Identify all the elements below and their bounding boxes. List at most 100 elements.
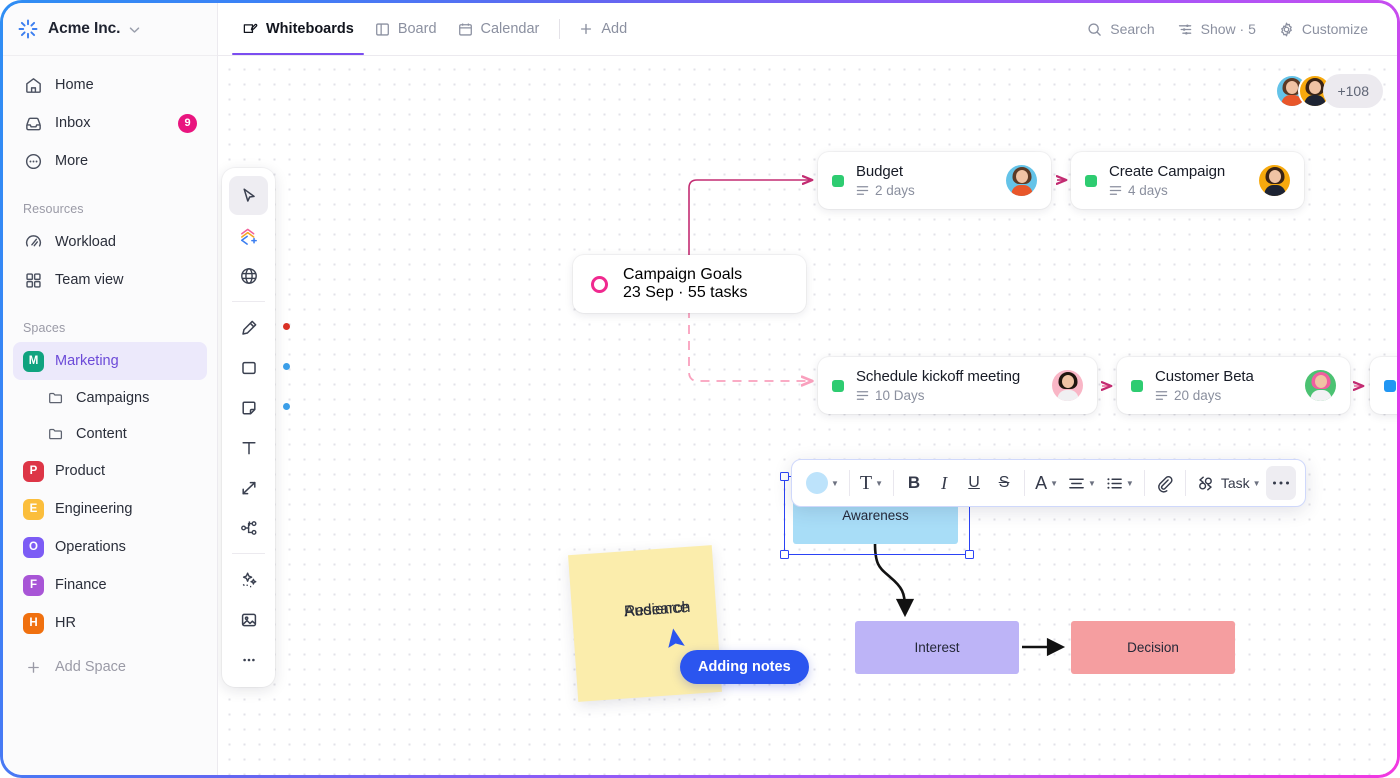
image-icon[interactable] [229, 600, 268, 639]
show-filter-button[interactable]: Show · 5 [1166, 13, 1267, 45]
globe-icon[interactable] [229, 256, 268, 295]
tab-board[interactable]: Board [364, 3, 447, 55]
more-dots-icon[interactable] [229, 640, 268, 679]
task-card-meta: 4 days [1109, 183, 1249, 198]
font-t-icon: T [859, 471, 873, 494]
sidebar-item-workload[interactable]: Workload [13, 223, 207, 261]
avatar[interactable] [1305, 370, 1336, 401]
tab-label: Board [397, 21, 437, 37]
palette-divider [232, 301, 265, 302]
text-tool-icon[interactable] [229, 428, 268, 467]
task-card-create-campaign[interactable]: Create Campaign 4 days [1071, 152, 1304, 209]
sidebar-item-finance[interactable]: F Finance [13, 566, 207, 604]
palette-divider [232, 553, 265, 554]
app-window-frame: Acme Inc. Home Inbox 9 More Resources Wo… [0, 0, 1400, 778]
sidebar-item-label: Campaigns [76, 390, 150, 406]
sidebar-item-inbox[interactable]: Inbox 9 [13, 104, 207, 142]
text-color-button[interactable]: A ▼ [1030, 466, 1063, 500]
add-space-button[interactable]: Add Space [13, 648, 207, 686]
plus-icon [25, 659, 42, 676]
bold-button[interactable]: B [899, 466, 929, 500]
sidebar-item-engineering[interactable]: E Engineering [13, 490, 207, 528]
task-card-schedule-kickoff-meeting[interactable]: Schedule kickoff meeting 10 Days [818, 357, 1097, 414]
shape-decision[interactable]: Decision [1071, 621, 1235, 674]
fill-group: ▼ [796, 460, 849, 506]
convert-task-button[interactable]: Task ▼ [1191, 466, 1266, 500]
sidebar-item-campaigns[interactable]: Campaigns [13, 380, 207, 416]
space-initial-badge: F [23, 574, 44, 596]
sidebar: Acme Inc. Home Inbox 9 More Resources Wo… [3, 3, 218, 775]
whiteboard-canvas[interactable]: +108 Campaign Goals 23 Sep · 55 tasks Bu… [218, 56, 1397, 775]
task-card-meta: 2 days [856, 183, 996, 198]
gear-icon [1278, 21, 1295, 38]
link-button[interactable] [1150, 466, 1180, 500]
ai-sparkle-icon[interactable] [229, 560, 268, 599]
sidebar-item-more[interactable]: More [13, 142, 207, 180]
workspace-switcher[interactable]: Acme Inc. [3, 3, 217, 56]
workload-gauge-icon [23, 232, 43, 252]
font-style-button[interactable]: T ▼ [855, 466, 888, 500]
add-view-button[interactable]: Add [570, 21, 635, 37]
add-view-label: Add [601, 21, 628, 37]
avatar[interactable] [1052, 370, 1083, 401]
align-button[interactable]: ▼ [1063, 466, 1101, 500]
home-icon [23, 75, 43, 95]
select-cursor-icon[interactable] [229, 176, 268, 215]
sidebar-item-label: Finance [55, 577, 107, 593]
avatar-overflow-count[interactable]: +108 [1323, 74, 1383, 108]
sidebar-item-team-view[interactable]: Team view [13, 261, 207, 299]
avatar[interactable] [1006, 165, 1037, 196]
top-toolbar: Whiteboards Board Calendar Add Search Sh… [218, 3, 1397, 56]
sticky-note-icon[interactable] [229, 388, 290, 427]
rectangle-icon[interactable] [229, 348, 290, 387]
remote-cursor-label: Adding notes [680, 650, 809, 684]
space-initial-badge: O [23, 536, 44, 558]
tab-calendar[interactable]: Calendar [447, 3, 550, 55]
chevron-down-icon: ▼ [1252, 478, 1261, 488]
status-chip [1131, 379, 1143, 392]
shapes-library-icon[interactable] [229, 216, 268, 255]
app-window: Acme Inc. Home Inbox 9 More Resources Wo… [3, 3, 1397, 775]
sidebar-item-content[interactable]: Content [13, 416, 207, 452]
strikethrough-button[interactable]: S [989, 466, 1019, 500]
resources-section-label: Resources [23, 202, 84, 216]
customize-button[interactable]: Customize [1267, 13, 1379, 45]
italic-button[interactable]: I [929, 466, 959, 500]
mindmap-icon[interactable] [229, 508, 268, 547]
space-initial-badge: H [23, 612, 44, 634]
task-card-budget[interactable]: Budget 2 days [818, 152, 1051, 209]
paragraph-group: A ▼ ▼ ▼ [1025, 460, 1144, 506]
goal-card-campaign-goals[interactable]: Campaign Goals 23 Sep · 55 tasks [573, 255, 806, 313]
sidebar-item-home[interactable]: Home [13, 66, 207, 104]
clickup-spark-logo [17, 18, 39, 40]
more-dots-icon [1272, 480, 1290, 486]
sidebar-item-marketing[interactable]: M Marketing [13, 342, 207, 380]
sidebar-item-hr[interactable]: H HR [13, 604, 207, 642]
more-options-button[interactable] [1265, 466, 1296, 500]
sidebar-item-product[interactable]: P Product [13, 452, 207, 490]
shape-interest[interactable]: Interest [855, 621, 1019, 674]
task-card-duration: 20 days [1174, 388, 1222, 403]
tool-palette [222, 168, 290, 687]
spaces-list: M Marketing Campaigns Content P Product … [3, 342, 217, 692]
font-group: T ▼ [850, 460, 893, 506]
task-card-title: Customer Beta [1155, 368, 1254, 385]
sidebar-item-operations[interactable]: O Operations [13, 528, 207, 566]
sticky-note-line-2: Research [623, 598, 691, 621]
task-card-field-marketing-support-plan[interactable]: Field marketing support plan 10 days [1370, 357, 1397, 414]
shape-label: Decision [1127, 640, 1179, 655]
task-card-title: Budget [856, 163, 903, 180]
avatar[interactable] [1259, 165, 1290, 196]
board-columns-icon [374, 21, 391, 38]
list-button[interactable]: ▼ [1101, 466, 1139, 500]
pen-marker-icon[interactable] [229, 308, 290, 347]
task-card-customer-beta[interactable]: Customer Beta 20 days [1117, 357, 1350, 414]
tab-whiteboards[interactable]: Whiteboards [232, 3, 364, 55]
connector-arrow-icon[interactable] [229, 468, 268, 507]
underline-button[interactable]: U [959, 466, 989, 500]
search-button[interactable]: Search [1075, 13, 1165, 45]
chevron-down-icon: ▼ [1088, 478, 1096, 488]
subtask-lines-icon [1109, 184, 1122, 197]
sidebar-item-label: HR [55, 615, 76, 631]
fill-color-swatch[interactable]: ▼ [801, 466, 844, 500]
